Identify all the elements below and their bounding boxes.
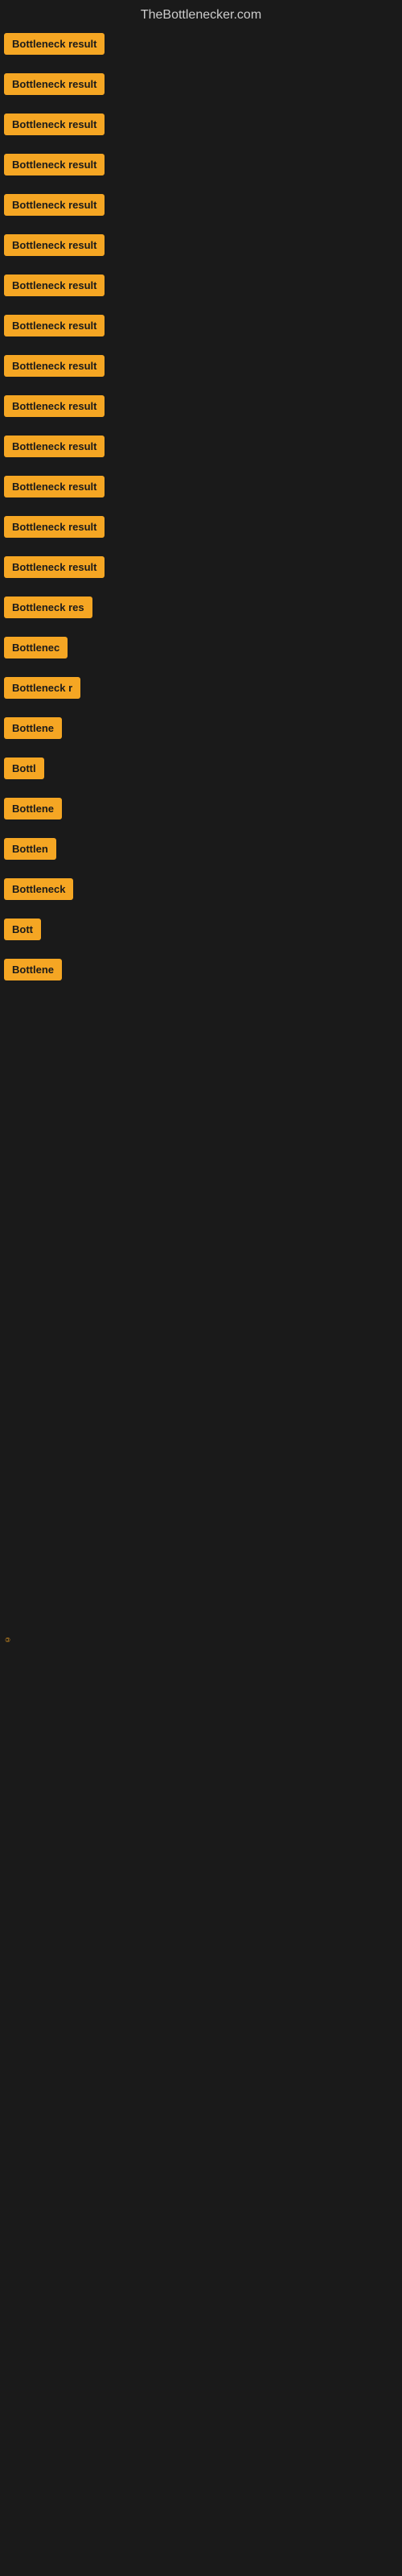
list-item: Bottleneck result xyxy=(4,436,402,461)
list-item: Bottleneck r xyxy=(4,677,402,703)
list-item: Bottleneck result xyxy=(4,194,402,220)
list-item: Bottleneck result xyxy=(4,73,402,99)
list-item: Bottleneck res xyxy=(4,597,402,622)
list-item: Bottleneck xyxy=(4,878,402,904)
list-item: Bottleneck result xyxy=(4,33,402,59)
bottleneck-result-label: Bottleneck result xyxy=(4,436,105,457)
bottleneck-result-label: Bottleneck result xyxy=(4,315,105,336)
bottleneck-result-label: Bottleneck result xyxy=(4,154,105,175)
list-item: Bottleneck result xyxy=(4,395,402,421)
list-item: Bottlene xyxy=(4,798,402,824)
list-item: Bottleneck result xyxy=(4,114,402,139)
list-item: Bottleneck result xyxy=(4,355,402,381)
bottleneck-result-label: Bottleneck result xyxy=(4,395,105,417)
bottleneck-result-label: Bottlene xyxy=(4,798,62,819)
footer-area: © xyxy=(0,999,402,1965)
list-item: Bottleneck result xyxy=(4,516,402,542)
bottleneck-result-label: Bottleneck res xyxy=(4,597,92,618)
bottleneck-result-label: Bottleneck result xyxy=(4,516,105,538)
site-title: TheBottlenecker.com xyxy=(0,0,402,29)
items-container: Bottleneck result Bottleneck result Bottle… xyxy=(0,29,402,985)
list-item: Bottleneck result xyxy=(4,476,402,502)
bottleneck-result-label: Bottleneck xyxy=(4,878,73,900)
bottleneck-result-label: Bottlene xyxy=(4,717,62,739)
footer-watermark: © xyxy=(4,1636,11,1643)
bottleneck-result-label: Bottl xyxy=(4,758,44,779)
bottleneck-result-label: Bottlenec xyxy=(4,637,68,658)
bottleneck-result-label: Bottleneck result xyxy=(4,194,105,216)
bottleneck-result-label: Bottlene xyxy=(4,959,62,980)
site-header: TheBottlenecker.com xyxy=(0,0,402,29)
bottleneck-result-label: Bottleneck result xyxy=(4,355,105,377)
list-item: Bottl xyxy=(4,758,402,783)
list-item: Bottlen xyxy=(4,838,402,864)
list-item: Bottlene xyxy=(4,717,402,743)
bottleneck-result-label: Bottleneck result xyxy=(4,73,105,95)
list-item: Bottlene xyxy=(4,959,402,985)
bottleneck-result-label: Bottleneck r xyxy=(4,677,80,699)
bottleneck-result-label: Bottleneck result xyxy=(4,476,105,497)
list-item: Bottleneck result xyxy=(4,556,402,582)
list-item: Bottleneck result xyxy=(4,315,402,341)
list-item: Bottleneck result xyxy=(4,234,402,260)
bottleneck-result-label: Bottleneck result xyxy=(4,556,105,578)
list-item: Bottlenec xyxy=(4,637,402,663)
list-item: Bottleneck result xyxy=(4,275,402,300)
bottleneck-result-label: Bott xyxy=(4,919,41,940)
bottleneck-result-label: Bottleneck result xyxy=(4,275,105,296)
bottleneck-result-label: Bottleneck result xyxy=(4,33,105,55)
bottleneck-result-label: Bottlen xyxy=(4,838,56,860)
bottleneck-result-label: Bottleneck result xyxy=(4,114,105,135)
list-item: Bottleneck result xyxy=(4,154,402,180)
list-item: Bott xyxy=(4,919,402,944)
bottleneck-result-label: Bottleneck result xyxy=(4,234,105,256)
